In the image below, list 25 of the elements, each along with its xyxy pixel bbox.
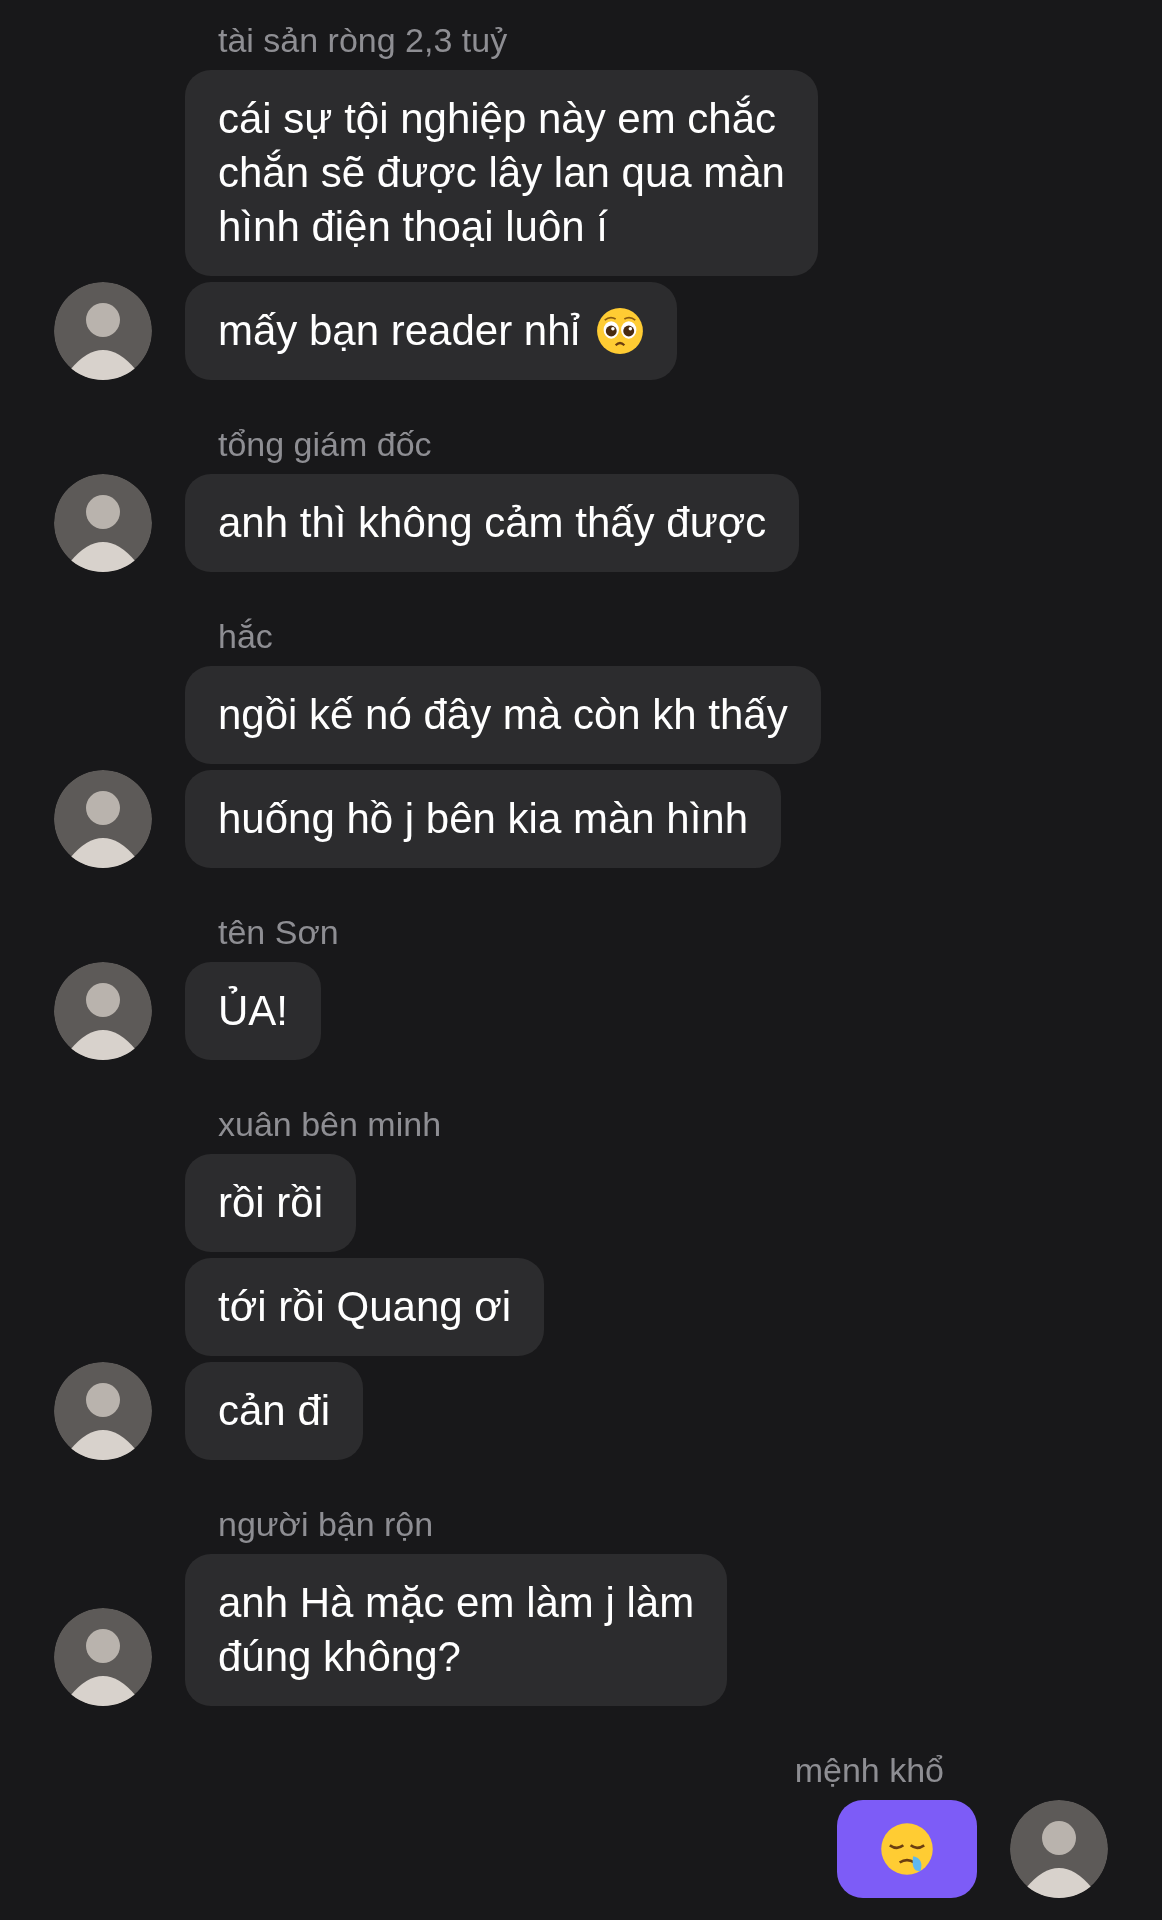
sender-name: xuân bên minh bbox=[217, 1104, 442, 1144]
avatar[interactable] bbox=[54, 962, 152, 1060]
sender-name: tên Sơn bbox=[217, 912, 339, 952]
message-text: anh Hà mặc em làm j làm đúng không? bbox=[218, 1578, 695, 1682]
sender-name: tài sản ròng 2,3 tuỷ bbox=[217, 20, 508, 60]
message-text: ngồi kế nó đây mà còn kh thấy bbox=[218, 690, 788, 740]
message-text: tới rồi Quang ơi bbox=[218, 1282, 512, 1332]
sender-name: hắc bbox=[217, 616, 273, 656]
avatar[interactable] bbox=[54, 770, 152, 868]
emoji-icon bbox=[595, 307, 644, 355]
avatar[interactable] bbox=[1010, 1800, 1108, 1898]
avatar[interactable] bbox=[54, 1362, 152, 1460]
avatar[interactable] bbox=[54, 474, 152, 572]
sender-name: mệnh khổ bbox=[794, 1750, 944, 1790]
message-text: huống hồ j bên kia màn hình bbox=[218, 794, 749, 844]
message-text: anh thì không cảm thấy được bbox=[218, 498, 767, 548]
message-text: rồi rồi bbox=[218, 1178, 324, 1228]
message-text: mấy bạn reader nhỉ bbox=[218, 306, 580, 356]
avatar[interactable] bbox=[54, 1608, 152, 1706]
sender-name: tổng giám đốc bbox=[217, 424, 432, 464]
sender-name: người bận rộn bbox=[217, 1504, 434, 1544]
avatar[interactable] bbox=[54, 282, 152, 380]
message-text: ỦA! bbox=[218, 985, 288, 1036]
message-text: cản đi bbox=[218, 1386, 331, 1436]
message-text: cái sự tội nghiệp này em chắc chắn sẽ được lây lan qua màn hình điện thoại luôn í bbox=[218, 94, 785, 252]
